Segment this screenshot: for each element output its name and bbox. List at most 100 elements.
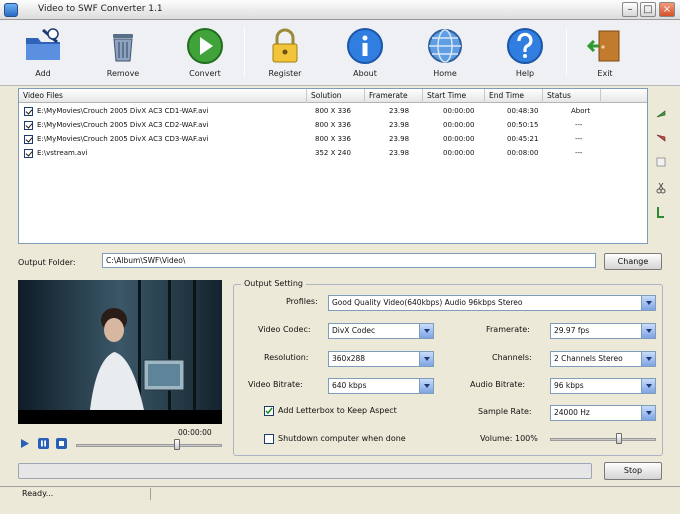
resolution-label: Resolution:: [264, 353, 309, 362]
help-button[interactable]: Help: [496, 23, 554, 83]
toolbar: Add Remove Convert Register About Home H…: [0, 20, 680, 86]
row-checkbox[interactable]: [24, 135, 33, 144]
letterbox-checkbox-row[interactable]: Add Letterbox to Keep Aspect: [264, 405, 464, 417]
minimize-button[interactable]: –: [622, 2, 638, 17]
add-button[interactable]: Add: [14, 23, 72, 83]
dropdown-arrow-icon[interactable]: [641, 406, 655, 420]
dropdown-arrow-icon[interactable]: [419, 352, 433, 366]
trim-icon[interactable]: [655, 206, 667, 218]
app-icon: [4, 3, 18, 17]
cell-framerate: 23.98: [389, 121, 410, 129]
seek-thumb[interactable]: [174, 439, 180, 450]
about-button[interactable]: About: [336, 23, 394, 83]
dropdown-arrow-icon[interactable]: [419, 324, 433, 338]
row-checkbox[interactable]: [24, 121, 33, 130]
exit-door-icon: [586, 30, 620, 62]
stop-icon: [59, 441, 64, 446]
seek-track[interactable]: [76, 444, 222, 447]
resolution-select[interactable]: 360x288: [328, 351, 434, 367]
framerate-label: Framerate:: [486, 325, 530, 334]
cell-start-time: 00:00:00: [443, 135, 475, 143]
sample-rate-select[interactable]: 24000 Hz: [550, 405, 656, 421]
file-list-header: Video Files Solution Framerate Start Tim…: [19, 89, 647, 103]
move-up-icon[interactable]: [655, 108, 667, 120]
preview-panel: 00:00:00: [16, 278, 226, 454]
letterbox-checkbox[interactable]: [264, 406, 274, 416]
home-button[interactable]: Home: [416, 23, 474, 83]
letterbox-label: Add Letterbox to Keep Aspect: [278, 406, 397, 415]
maximize-button[interactable]: □: [640, 2, 656, 17]
register-button[interactable]: Register: [256, 23, 314, 83]
move-down-icon[interactable]: [655, 132, 667, 144]
exit-button[interactable]: Exit: [576, 23, 634, 83]
status-bar: Ready...: [0, 486, 680, 500]
cut-icon[interactable]: [655, 182, 667, 194]
playback-time: 00:00:00: [178, 428, 212, 437]
dropdown-arrow-icon[interactable]: [641, 352, 655, 366]
add-label: Add: [35, 69, 51, 78]
column-video-files[interactable]: Video Files: [19, 89, 307, 103]
about-label: About: [353, 69, 377, 78]
remove-label: Remove: [106, 69, 140, 78]
audio-bitrate-select[interactable]: 96 kbps: [550, 378, 656, 394]
clear-list-icon[interactable]: [655, 156, 667, 168]
checkmark-icon: [265, 407, 273, 415]
video-bitrate-select[interactable]: 640 kbps: [328, 378, 434, 394]
table-row[interactable]: E:\MyMovies\Crouch 2005 DivX AC3 CD3-WAF…: [19, 133, 647, 146]
cell-start-time: 00:00:00: [443, 107, 475, 115]
row-checkbox[interactable]: [24, 107, 33, 116]
play-convert-icon: [187, 28, 223, 64]
channels-label: Channels:: [492, 353, 532, 362]
table-row[interactable]: E:\MyMovies\Crouch 2005 DivX AC3 CD1-WAF…: [19, 105, 647, 118]
cell-status: ---: [575, 149, 583, 157]
cell-solution: 800 X 336: [315, 107, 351, 115]
shutdown-checkbox-row[interactable]: Shutdown computer when done: [264, 433, 464, 445]
stop-button[interactable]: Stop: [604, 462, 662, 480]
change-button[interactable]: Change: [604, 253, 662, 270]
dropdown-arrow-icon[interactable]: [641, 379, 655, 393]
video-codec-label: Video Codec:: [258, 325, 311, 334]
play-icon: [21, 439, 29, 448]
stop-playback-button[interactable]: [56, 438, 67, 449]
cell-file: E:\vstream.avi: [37, 149, 88, 157]
cell-file: E:\MyMovies\Crouch 2005 DivX AC3 CD1-WAF…: [37, 107, 209, 115]
volume-thumb[interactable]: [615, 433, 622, 444]
register-label: Register: [268, 69, 302, 78]
column-framerate[interactable]: Framerate: [365, 89, 423, 103]
table-row[interactable]: E:\vstream.avi 352 X 240 23.98 00:00:00 …: [19, 147, 647, 160]
cell-status: ---: [575, 121, 583, 129]
video-file-list[interactable]: Video Files Solution Framerate Start Tim…: [18, 88, 648, 244]
video-codec-value: DivX Codec: [332, 326, 376, 335]
channels-value: 2 Channels Stereo: [554, 354, 623, 363]
convert-button[interactable]: Convert: [176, 23, 234, 83]
video-codec-select[interactable]: DivX Codec: [328, 323, 434, 339]
volume-label: Volume: 100%: [480, 434, 538, 443]
channels-select[interactable]: 2 Channels Stereo: [550, 351, 656, 367]
column-solution[interactable]: Solution: [307, 89, 365, 103]
profiles-select[interactable]: Good Quality Video(640kbps) Audio 96kbps…: [328, 295, 656, 311]
framerate-select[interactable]: 29.97 fps: [550, 323, 656, 339]
column-status[interactable]: Status: [543, 89, 601, 103]
close-button[interactable]: ×: [659, 2, 675, 17]
play-button[interactable]: [20, 438, 30, 449]
column-start-time[interactable]: Start Time: [423, 89, 485, 103]
sample-rate-label: Sample Rate:: [478, 407, 532, 416]
dropdown-arrow-icon[interactable]: [641, 296, 655, 310]
dropdown-arrow-icon[interactable]: [641, 324, 655, 338]
output-folder-label: Output Folder:: [18, 258, 76, 267]
remove-button[interactable]: Remove: [94, 23, 152, 83]
cell-framerate: 23.98: [389, 135, 410, 143]
row-checkbox[interactable]: [24, 149, 33, 158]
sample-rate-value: 24000 Hz: [554, 408, 590, 417]
window-title: Video to SWF Converter 1.1: [38, 4, 163, 14]
pause-button[interactable]: [38, 438, 49, 449]
output-setting-group: Output Setting Profiles: Good Quality Vi…: [233, 279, 663, 456]
video-bitrate-label: Video Bitrate:: [248, 380, 303, 389]
folder-add-icon: [26, 28, 60, 60]
column-end-time[interactable]: End Time: [485, 89, 543, 103]
table-row[interactable]: E:\MyMovies\Crouch 2005 DivX AC3 CD2-WAF…: [19, 119, 647, 132]
dropdown-arrow-icon[interactable]: [419, 379, 433, 393]
volume-track[interactable]: [550, 438, 656, 441]
output-folder-input[interactable]: C:\Album\SWF\Video\: [102, 253, 596, 268]
shutdown-checkbox[interactable]: [264, 434, 274, 444]
